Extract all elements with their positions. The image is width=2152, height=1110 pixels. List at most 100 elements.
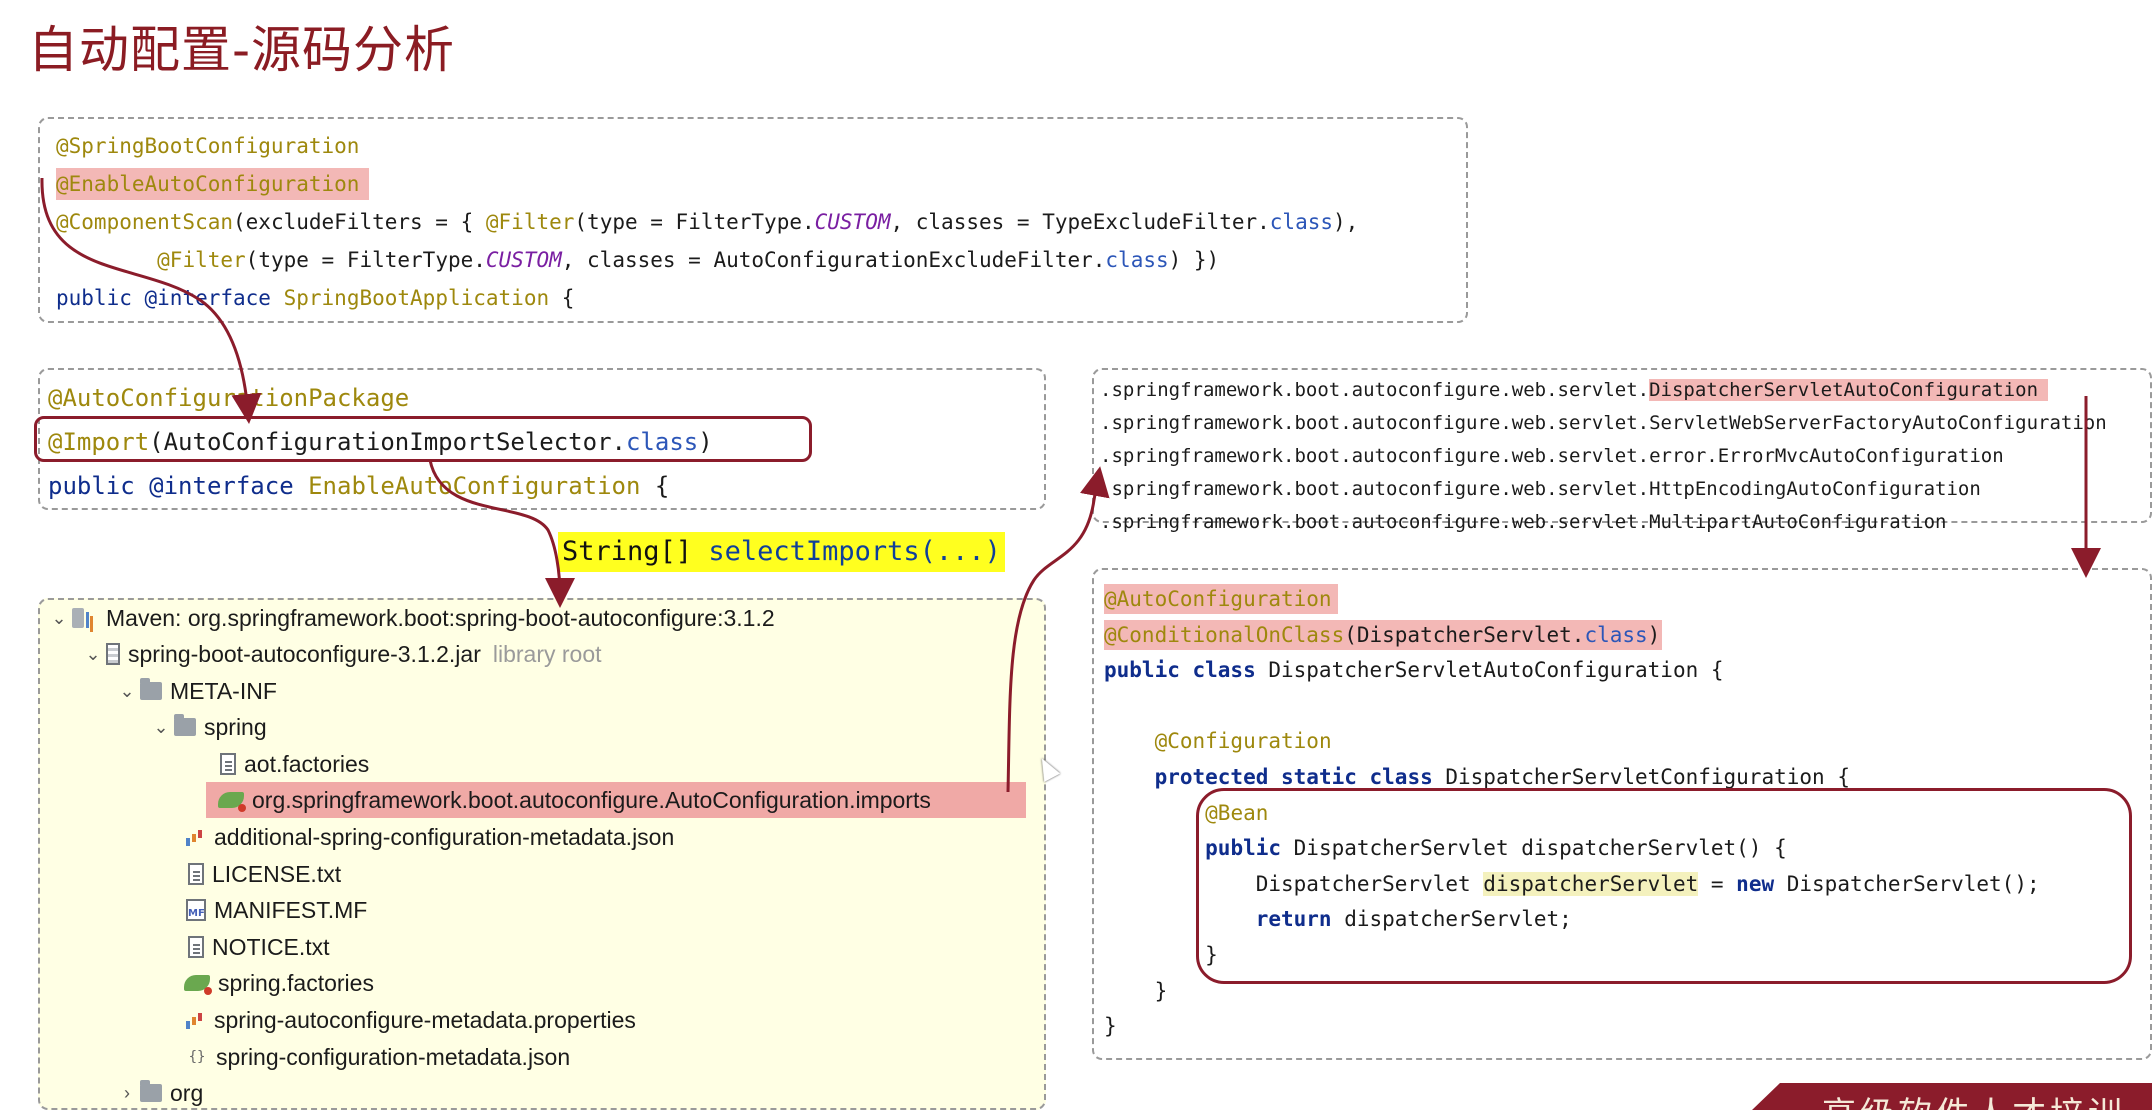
- tree-item-spring-factories[interactable]: spring.factories: [184, 965, 374, 1001]
- conditional-on-class-annotation: @ConditionalOnClass(DispatcherServlet.cl…: [1104, 619, 1663, 650]
- code-keyword: @interface: [144, 286, 271, 310]
- chevron-down-icon[interactable]: ⌄: [114, 681, 140, 702]
- code-annotation: @Filter: [485, 210, 575, 234]
- text-file-icon: [188, 863, 204, 885]
- code-keyword: @interface: [149, 472, 294, 500]
- import-entry-name: HttpEncodingAutoConfiguration: [1649, 478, 1981, 500]
- tree-item-label: LICENSE.txt: [212, 860, 342, 887]
- import-entry-prefix: .springframework.boot.autoconfigure.web.…: [1100, 379, 1650, 401]
- tree-item-jar[interactable]: ⌄ spring-boot-autoconfigure-3.1.2.jar libr…: [80, 636, 602, 672]
- code-text: , classes = AutoConfigurationExcludeFilt…: [561, 248, 1106, 272]
- tree-item-label: Maven: org.springframework.boot:spring-b…: [106, 604, 775, 631]
- code-text: (type = FilterType.: [245, 248, 486, 272]
- chevron-down-icon[interactable]: ⌄: [80, 644, 106, 665]
- enableautoconfiguration-code-panel: @AutoConfigurationPackage @Import(AutoCo…: [34, 368, 1046, 510]
- code-block: @SpringBootConfiguration @EnableAutoConf…: [56, 127, 1466, 317]
- code-class-name: SpringBootApplication: [283, 286, 550, 310]
- manifest-file-icon: MF: [186, 899, 206, 921]
- code-class-name: EnableAutoConfiguration: [308, 472, 641, 500]
- tree-item-spring-folder[interactable]: ⌄ spring: [148, 709, 267, 745]
- project-tree[interactable]: ⌄ Maven: org.springframework.boot:spring-…: [38, 598, 1046, 1110]
- code-annotation: @Configuration: [1154, 729, 1332, 754]
- tree-item-maven[interactable]: ⌄ Maven: org.springframework.boot:spring-…: [46, 600, 775, 636]
- tree-item-label: META-INF: [170, 677, 277, 704]
- import-highlight-box: [34, 416, 812, 462]
- text-file-icon: [188, 936, 204, 958]
- chevron-down-icon[interactable]: ⌄: [46, 608, 72, 629]
- code-text: ): [1647, 622, 1661, 647]
- autoconfiguration-annotation: @AutoConfiguration: [1104, 584, 1338, 614]
- code-constant: CUSTOM: [814, 210, 891, 234]
- dispatcherservlet-code-panel: @AutoConfiguration @ConditionalOnClass(D…: [1092, 568, 2152, 1060]
- import-entry-name: MultipartAutoConfiguration: [1649, 511, 1947, 533]
- folder-icon: [140, 678, 162, 700]
- autoconfiguration-imports-panel: .springframework.boot.autoconfigure.web.…: [1092, 368, 2152, 533]
- import-entry-prefix: .springframework.boot.autoconfigure.web.…: [1100, 511, 1650, 533]
- select-imports-method: selectImports(...): [708, 536, 1001, 567]
- code-text: ) }): [1168, 248, 1220, 272]
- tree-item-configuration-metadata[interactable]: {} spring-configuration-metadata.json: [186, 1039, 571, 1075]
- code-text: DispatcherServletAutoConfiguration {: [1255, 658, 1724, 683]
- tree-item-autoconfiguration-imports[interactable]: org.springframework.boot.autoconfigure.A…: [206, 782, 1026, 818]
- code-annotation: @ConditionalOnClass: [1104, 622, 1345, 647]
- spring-leaf-icon: [184, 975, 212, 995]
- import-entry-prefix: .springframework.boot.autoconfigure.web.…: [1100, 445, 1650, 467]
- code-text: ),: [1333, 210, 1359, 234]
- code-text: (DispatcherServlet.: [1344, 622, 1585, 647]
- tree-item-notice[interactable]: NOTICE.txt: [188, 929, 330, 965]
- code-text: (excludeFilters = {: [233, 210, 486, 234]
- tree-item-label: spring: [204, 713, 267, 740]
- maven-library-icon: [72, 608, 98, 628]
- code-text: }: [1154, 978, 1168, 1003]
- code-annotation: @Filter: [157, 248, 246, 272]
- chevron-down-icon[interactable]: ⌄: [148, 717, 174, 738]
- tree-item-org[interactable]: › org: [114, 1075, 204, 1108]
- spring-leaf-icon: [218, 792, 246, 812]
- folder-icon: [140, 1080, 162, 1102]
- code-text: {: [549, 286, 575, 310]
- enable-autoconfiguration-annotation: @EnableAutoConfiguration: [56, 168, 370, 200]
- code-keyword: protected static class: [1154, 764, 1433, 789]
- import-entry-prefix: .springframework.boot.autoconfigure.web.…: [1100, 478, 1650, 500]
- tree-item-label: spring-boot-autoconfigure-3.1.2.jar: [128, 640, 481, 667]
- tree-item-aot-factories[interactable]: aot.factories: [220, 746, 369, 782]
- code-text: }: [1104, 1014, 1117, 1039]
- code-text: , classes = TypeExcludeFilter.: [890, 210, 1270, 234]
- tree-item-label: spring.factories: [218, 969, 374, 996]
- tree-item-label: NOTICE.txt: [212, 933, 330, 960]
- tree-item-license[interactable]: LICENSE.txt: [188, 856, 341, 892]
- text-file-icon: [220, 753, 236, 775]
- chevron-right-icon[interactable]: ›: [114, 1083, 140, 1104]
- code-text: (type = FilterType.: [574, 210, 815, 234]
- tree-item-autoconfigure-metadata[interactable]: spring-autoconfigure-metadata.properties: [184, 1002, 636, 1038]
- code-annotation: @ComponentScan: [56, 210, 234, 234]
- code-keyword: class: [1105, 248, 1169, 272]
- metadata-json-icon: [184, 826, 206, 848]
- code-keyword: public class: [1104, 658, 1256, 683]
- code-text: {: [640, 472, 670, 500]
- import-entry-prefix: .springframework.boot.autoconfigure.web.…: [1100, 412, 1650, 434]
- library-root-tag: library root: [492, 640, 602, 667]
- code-constant: CUSTOM: [485, 248, 562, 272]
- tree-item-label: spring-configuration-metadata.json: [216, 1043, 571, 1070]
- code-keyword: public: [56, 286, 132, 310]
- import-entry-name: ServletWebServerFactoryAutoConfiguration: [1649, 412, 2107, 434]
- code-keyword: public: [48, 472, 135, 500]
- jar-icon: [106, 643, 120, 665]
- select-imports-label: String[] selectImports(...): [558, 532, 1005, 572]
- bean-method-highlight-box: [1196, 788, 2132, 984]
- springbootapplication-code-panel: @SpringBootConfiguration @EnableAutoConf…: [38, 117, 1468, 323]
- code-annotation: @AutoConfigurationPackage: [48, 384, 410, 412]
- page-title: 自动配置-源码分析: [28, 21, 456, 79]
- select-imports-type: String[]: [562, 536, 709, 567]
- tree-item-manifest[interactable]: MF MANIFEST.MF: [186, 892, 367, 928]
- code-text: DispatcherServletConfiguration {: [1432, 764, 1850, 789]
- code-keyword: class: [1269, 210, 1333, 234]
- json-file-icon: {}: [188, 1049, 206, 1065]
- code-annotation: @SpringBootConfiguration: [56, 134, 360, 158]
- tree-item-label: org: [170, 1079, 204, 1106]
- properties-file-icon: [184, 1009, 206, 1031]
- tree-item-label: additional-spring-configuration-metadata…: [214, 823, 675, 850]
- tree-item-meta-inf[interactable]: ⌄ META-INF: [114, 673, 277, 709]
- tree-item-additional-metadata[interactable]: additional-spring-configuration-metadata…: [184, 819, 674, 855]
